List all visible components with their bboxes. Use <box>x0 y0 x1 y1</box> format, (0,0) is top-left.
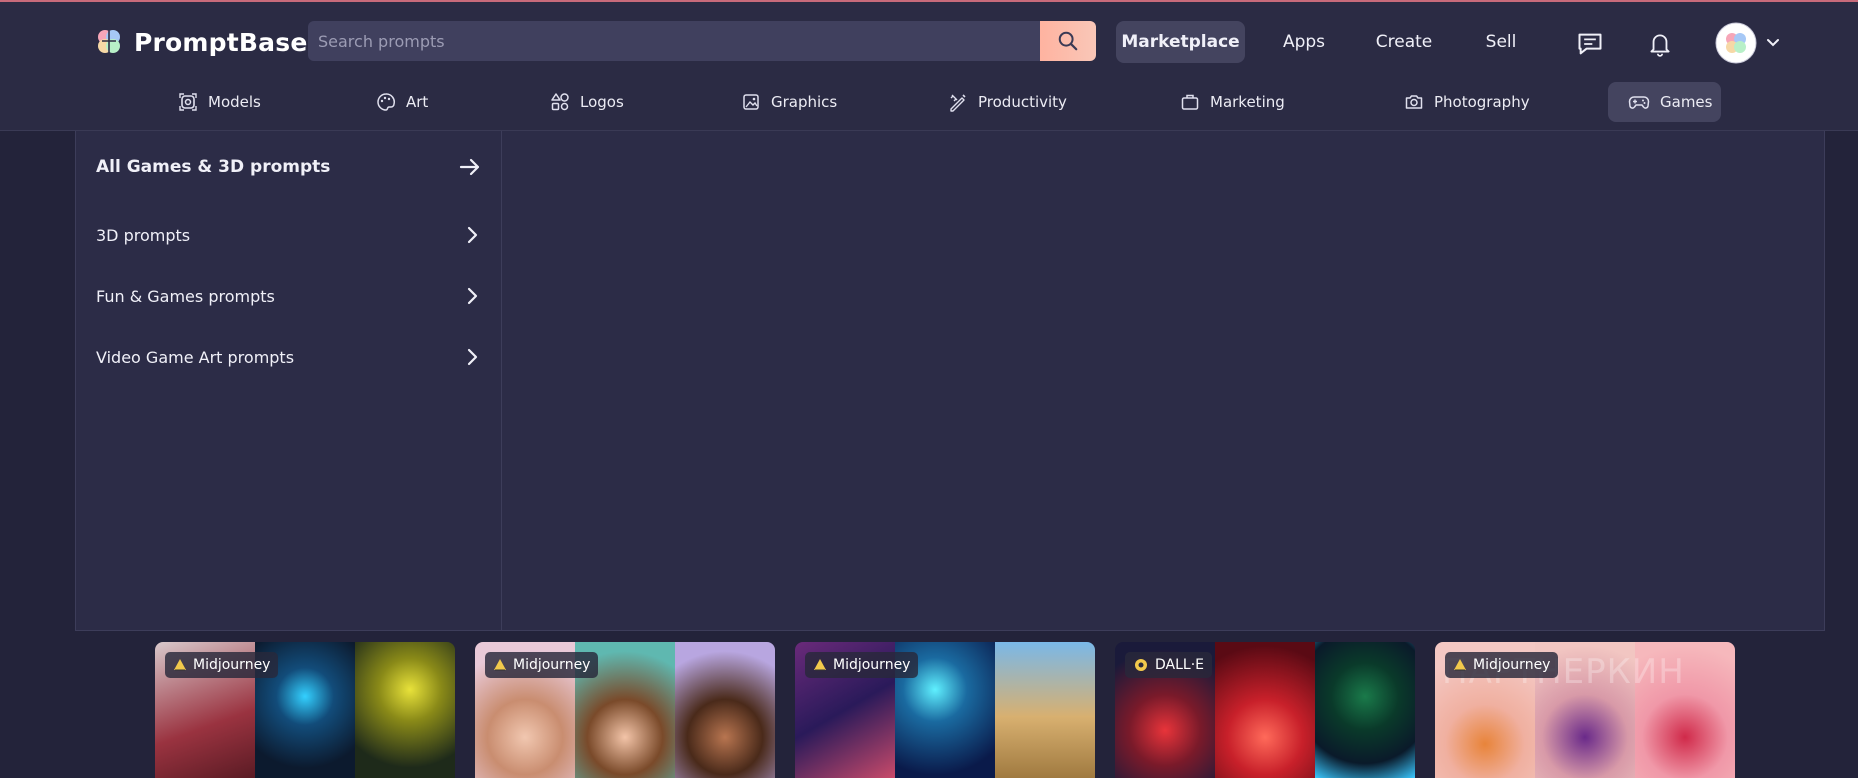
category-graphics[interactable]: Graphics <box>721 82 857 122</box>
search-input[interactable] <box>308 21 1040 61</box>
header: PromptBase Marketplace Apps Create Sell <box>0 2 1858 131</box>
chevron-right-icon <box>467 287 478 305</box>
search-bar <box>308 21 1096 61</box>
model-badge: Midjourney <box>165 652 279 678</box>
model-name: Midjourney <box>1473 657 1551 673</box>
dropdown-menu: All Games & 3D prompts 3D prompts Fun & … <box>76 131 502 630</box>
card-thumbnail <box>675 642 775 778</box>
models-icon <box>179 93 197 111</box>
games-dropdown-panel: All Games & 3D prompts 3D prompts Fun & … <box>75 131 1825 631</box>
midjourney-icon <box>494 659 506 671</box>
category-models[interactable]: Models <box>158 82 281 122</box>
prompt-card[interactable]: Midjourney <box>475 642 775 778</box>
category-label: Photography <box>1434 93 1530 111</box>
model-name: DALL·E <box>1155 657 1205 673</box>
category-marketing[interactable]: Marketing <box>1160 82 1305 122</box>
category-label: Games <box>1660 93 1713 111</box>
nav-apps[interactable]: Apps <box>1265 21 1343 63</box>
model-name: Midjourney <box>193 657 271 673</box>
chat-icon <box>1578 33 1602 55</box>
category-photography[interactable]: Photography <box>1384 82 1550 122</box>
openai-icon <box>1135 659 1147 671</box>
arrow-right-icon <box>459 158 480 176</box>
card-thumbnail <box>1315 642 1415 778</box>
dropdown-item-3d[interactable]: 3D prompts <box>96 217 482 253</box>
prompt-card[interactable]: Midjourney <box>795 642 1095 778</box>
category-label: Graphics <box>771 93 838 111</box>
search-icon <box>1058 31 1078 51</box>
category-games[interactable]: Games <box>1608 82 1721 122</box>
prompt-card[interactable]: Midjourney <box>155 642 455 778</box>
model-badge: Midjourney <box>485 652 599 678</box>
card-thumbnail <box>995 642 1095 778</box>
model-badge: Midjourney <box>805 652 919 678</box>
pen-ruler-icon <box>950 94 966 112</box>
dropdown-item-video-game-art[interactable]: Video Game Art prompts <box>96 339 482 375</box>
category-bar: Models Art Logos Graphics Productivity M… <box>0 82 1858 126</box>
model-badge: DALL·E <box>1125 652 1213 678</box>
briefcase-icon <box>1181 94 1199 110</box>
model-name: Midjourney <box>833 657 911 673</box>
card-thumbnail <box>355 642 455 778</box>
dropdown-item-label: Fun & Games prompts <box>96 286 275 306</box>
shapes-icon <box>551 93 569 111</box>
category-art[interactable]: Art <box>356 82 448 122</box>
dropdown-item-label: All Games & 3D prompts <box>96 157 331 177</box>
model-name: Midjourney <box>513 657 591 673</box>
chevron-right-icon <box>467 226 478 244</box>
chevron-down-icon <box>1767 39 1779 47</box>
notifications-button[interactable] <box>1642 26 1678 62</box>
bell-icon <box>1650 34 1670 57</box>
palette-icon <box>377 93 395 111</box>
dropdown-item-label: Video Game Art prompts <box>96 347 295 367</box>
category-productivity[interactable]: Productivity <box>928 82 1087 122</box>
messages-button[interactable] <box>1572 26 1608 62</box>
model-badge: Midjourney <box>1445 652 1559 678</box>
category-logos[interactable]: Logos <box>530 82 644 122</box>
dropdown-item-label: 3D prompts <box>96 225 191 245</box>
midjourney-icon <box>174 659 186 671</box>
camera-icon <box>1405 95 1423 109</box>
dropdown-all-games[interactable]: All Games & 3D prompts <box>96 149 482 185</box>
nav-create[interactable]: Create <box>1362 21 1446 63</box>
account-menu[interactable] <box>1713 21 1783 65</box>
chevron-right-icon <box>467 348 478 366</box>
card-thumbnail <box>1215 642 1315 778</box>
image-icon <box>743 94 759 110</box>
nav-marketplace[interactable]: Marketplace <box>1116 21 1245 63</box>
midjourney-icon <box>1454 659 1466 671</box>
prompt-card[interactable]: DALL·E <box>1115 642 1415 778</box>
avatar <box>1715 22 1757 64</box>
category-label: Models <box>208 93 261 111</box>
category-label: Marketing <box>1210 93 1285 111</box>
gamepad-icon <box>1628 96 1650 109</box>
category-label: Logos <box>580 93 624 111</box>
brand-name: PromptBase <box>134 27 308 57</box>
dropdown-preview-area <box>503 131 1824 630</box>
logo[interactable]: PromptBase <box>94 27 307 57</box>
dropdown-item-fun-games[interactable]: Fun & Games prompts <box>96 278 482 314</box>
brain-logo-icon <box>98 30 120 53</box>
category-label: Art <box>406 93 429 111</box>
search-button[interactable] <box>1040 21 1096 61</box>
category-label: Productivity <box>978 93 1067 111</box>
midjourney-icon <box>814 659 826 671</box>
nav-sell[interactable]: Sell <box>1468 21 1534 63</box>
